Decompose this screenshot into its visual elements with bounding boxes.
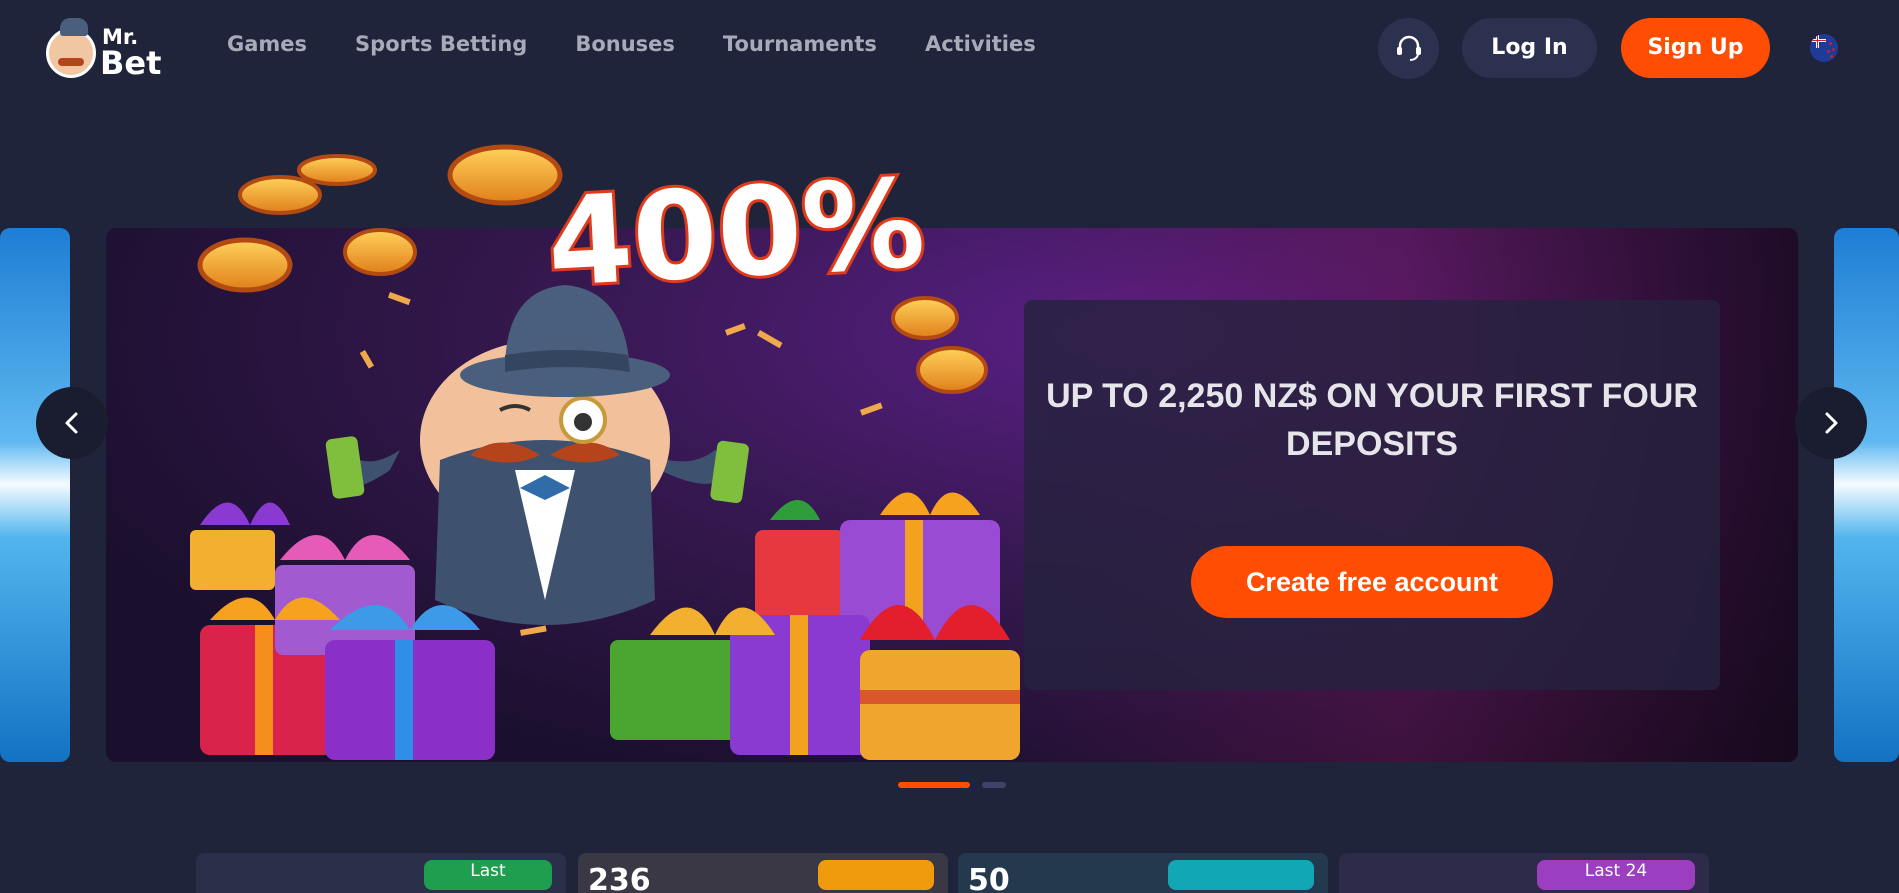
carousel-next-button[interactable] [1795, 387, 1867, 459]
gift-boxes-right [610, 492, 1020, 760]
carousel-prev-button[interactable] [36, 387, 108, 459]
card-badge [818, 860, 934, 890]
stats-card-4[interactable]: Last 24 [1339, 853, 1709, 893]
chevron-right-icon [1825, 412, 1838, 434]
card-badge [1168, 860, 1314, 890]
stats-card-1[interactable]: Last [196, 853, 566, 893]
carousel-dot-1[interactable] [898, 782, 970, 788]
chevron-left-icon [65, 412, 78, 434]
stats-card-2[interactable]: 236 [578, 853, 948, 893]
card-badge: Last 24 [1537, 860, 1695, 890]
card-badge: Last [424, 860, 552, 890]
card-value: 50 [968, 863, 1010, 893]
carousel-pagination [898, 782, 1006, 788]
stats-card-3[interactable]: 50 [958, 853, 1328, 893]
card-value: 236 [588, 863, 651, 893]
promo-illustration: 400% [190, 144, 1020, 760]
carousel-dot-2[interactable] [982, 782, 1006, 788]
400-percent-graphic: 400% [544, 152, 928, 314]
